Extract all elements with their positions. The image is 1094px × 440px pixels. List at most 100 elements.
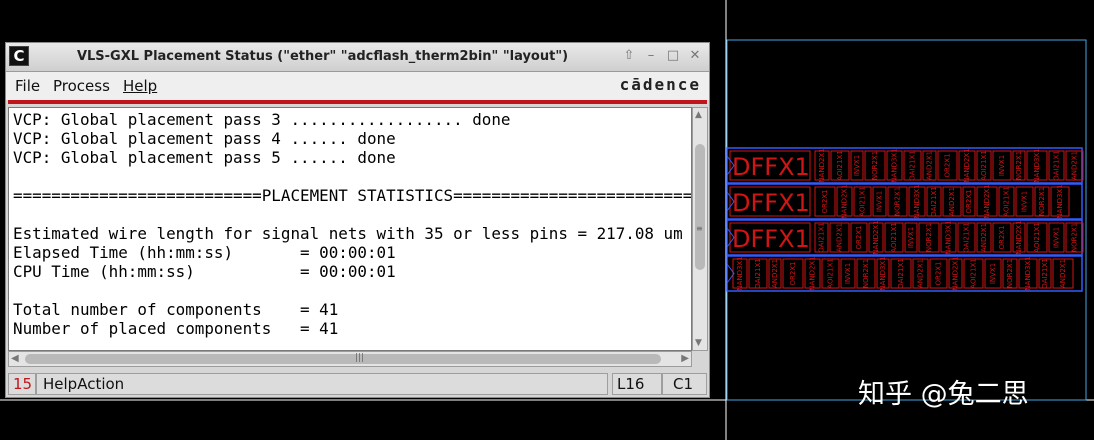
minimize-icon[interactable]: – <box>643 48 659 64</box>
dff-cell-label: DFFX1 <box>732 189 810 217</box>
std-cell-label: AND2X1 <box>1059 259 1067 288</box>
log-output[interactable]: VCP: Global placement pass 3 ...........… <box>8 107 692 351</box>
std-cell-label: AND2X1 <box>1071 151 1079 180</box>
std-cell-label: AOI21X1 <box>1033 222 1041 252</box>
status-column: C1 <box>662 373 707 395</box>
std-cell-label: NAND3X1 <box>913 184 921 218</box>
menu-bar: File Process Help cādence <box>6 72 709 100</box>
std-cell-label: AND2X1 <box>771 259 779 288</box>
log-text: VCP: Global placement pass 3 ...........… <box>13 110 692 338</box>
scroll-up-icon[interactable]: ▲ <box>695 110 702 120</box>
std-cell-label: OR2X1 <box>789 261 797 285</box>
std-cell-label: OAI21X1 <box>818 222 826 252</box>
std-cell-label: AND2X1 <box>980 223 988 252</box>
std-cell-label: NAND3X1 <box>736 256 744 290</box>
log-line: ==========================PLACEMENT STAT… <box>13 186 692 205</box>
log-line: Estimated wire length for signal nets wi… <box>13 224 683 243</box>
scroll-down-icon[interactable]: ▼ <box>695 338 702 348</box>
close-icon[interactable]: ✕ <box>687 48 703 64</box>
std-cell-label: INVX1 <box>998 155 1006 176</box>
placement-status-window: C VLS-GXL Placement Status ("ether" "adc… <box>5 42 710 398</box>
vertical-scrollbar[interactable]: ▲ ≡ ▼ <box>692 107 708 351</box>
std-cell-label: NAND2X1 <box>809 256 817 290</box>
log-line: VCP: Global placement pass 3 ...........… <box>13 110 511 129</box>
menu-divider <box>8 100 707 104</box>
log-line: VCP: Global placement pass 5 ...... done <box>13 148 396 167</box>
std-cell-label: NAND3X1 <box>1024 256 1032 290</box>
std-cell-label: NAND3X1 <box>879 256 887 290</box>
vertical-scroll-thumb[interactable] <box>695 144 705 270</box>
std-cell-label: OAI21X1 <box>754 258 762 288</box>
shade-up-icon[interactable]: ⇧ <box>621 48 637 64</box>
std-cell-label: INVX1 <box>844 263 852 284</box>
std-cell-label: NOR2X1 <box>871 151 879 180</box>
std-cell-label: NAND2X1 <box>952 256 960 290</box>
watermark: 知乎 @兔二思 <box>858 379 1029 410</box>
dff-cell-label: DFFX1 <box>732 225 810 253</box>
std-cell-label: AOI21X1 <box>1003 186 1011 216</box>
std-cell-label: NOR2X1 <box>894 187 902 216</box>
std-cell-label: OR2X1 <box>855 225 863 249</box>
horizontal-scrollbar[interactable]: ◀ ||| ▶ <box>8 351 692 367</box>
std-cell-label: AOI21X1 <box>859 186 867 216</box>
std-cell-label: OR2X1 <box>965 189 973 213</box>
std-cell-label: OR2X1 <box>821 189 829 213</box>
status-message: HelpAction <box>36 373 608 395</box>
std-cell-label: AND2X1 <box>926 151 934 180</box>
std-cell-label: NAND2X1 <box>1015 220 1023 254</box>
log-line: CPU Time (hh:mm:ss) = 00:00:01 <box>13 262 396 281</box>
std-cell-label: AND2X1 <box>948 187 956 216</box>
std-cell-label: NAND2X1 <box>872 220 880 254</box>
std-cell-label: NAND2X1 <box>983 184 991 218</box>
std-cell-label: AOI21X1 <box>836 150 844 180</box>
std-cell-label: OR2X1 <box>998 225 1006 249</box>
std-cell-label: OAI21X1 <box>1053 150 1061 180</box>
std-cell-label: OAI21X1 <box>897 258 905 288</box>
scroll-right-icon[interactable]: ▶ <box>681 353 689 364</box>
std-cell-label: NAND3X1 <box>1033 148 1041 182</box>
std-cell-label: NAND2X1 <box>818 148 826 182</box>
std-cell-label: INVX1 <box>1053 227 1061 248</box>
std-cell-label: INVX1 <box>876 191 884 212</box>
scroll-left-icon[interactable]: ◀ <box>11 353 19 364</box>
std-cell-label: AND2X1 <box>917 259 925 288</box>
maximize-icon[interactable]: □ <box>665 48 681 64</box>
std-cell-label: NOR2X1 <box>1006 259 1014 288</box>
std-cell-label: INVX1 <box>1021 191 1029 212</box>
menu-process[interactable]: Process <box>53 77 110 95</box>
horizontal-scroll-thumb[interactable]: ||| <box>25 353 661 364</box>
std-cell-label: OAI21X1 <box>909 150 917 180</box>
cadence-logo: cādence <box>619 75 701 94</box>
std-cell-label: AOI21X1 <box>827 258 835 288</box>
std-cell-label: INVX1 <box>907 227 915 248</box>
menu-help[interactable]: Help <box>123 77 157 95</box>
std-cell-label: NOR2X1 <box>1015 151 1023 180</box>
status-line: L16 <box>612 373 662 395</box>
menu-file[interactable]: File <box>15 77 40 95</box>
std-cell-label: OAI21X1 <box>1041 258 1049 288</box>
window-title: VLS-GXL Placement Status ("ether" "adcfl… <box>76 49 569 64</box>
status-line-number: 15 <box>8 373 36 395</box>
std-cell-label: AOI21X1 <box>890 222 898 252</box>
log-line: VCP: Global placement pass 4 ...... done <box>13 129 396 148</box>
std-cell-label: OR2X1 <box>944 153 952 177</box>
grip-icon: ≡ <box>696 224 703 233</box>
app-icon: C <box>9 46 29 66</box>
scroll-corner <box>692 351 708 367</box>
title-bar[interactable]: C VLS-GXL Placement Status ("ether" "adc… <box>6 43 709 72</box>
std-cell-label: INVX1 <box>989 263 997 284</box>
std-cell-label: OR2X1 <box>935 261 943 285</box>
std-cell-label: INVX1 <box>853 155 861 176</box>
std-cell-label: NOR2X1 <box>1038 187 1046 216</box>
std-cell-label: NOR2X1 <box>1071 223 1079 252</box>
std-cell-label: NAND3X1 <box>945 220 953 254</box>
std-cell-label: NOR2X1 <box>862 259 870 288</box>
std-cell-label: OAI21X1 <box>963 222 971 252</box>
std-cell-label: NAND3X1 <box>1056 184 1064 218</box>
log-line: Elapsed Time (hh:mm:ss) = 00:00:01 <box>13 243 396 262</box>
grip-icon: ||| <box>355 353 365 363</box>
std-cell-label: NAND3X1 <box>891 148 899 182</box>
std-cell-label: AOI21X1 <box>980 150 988 180</box>
status-bar: 15 HelpAction L16 C1 <box>6 371 709 397</box>
std-cell-label: NAND2X1 <box>841 184 849 218</box>
